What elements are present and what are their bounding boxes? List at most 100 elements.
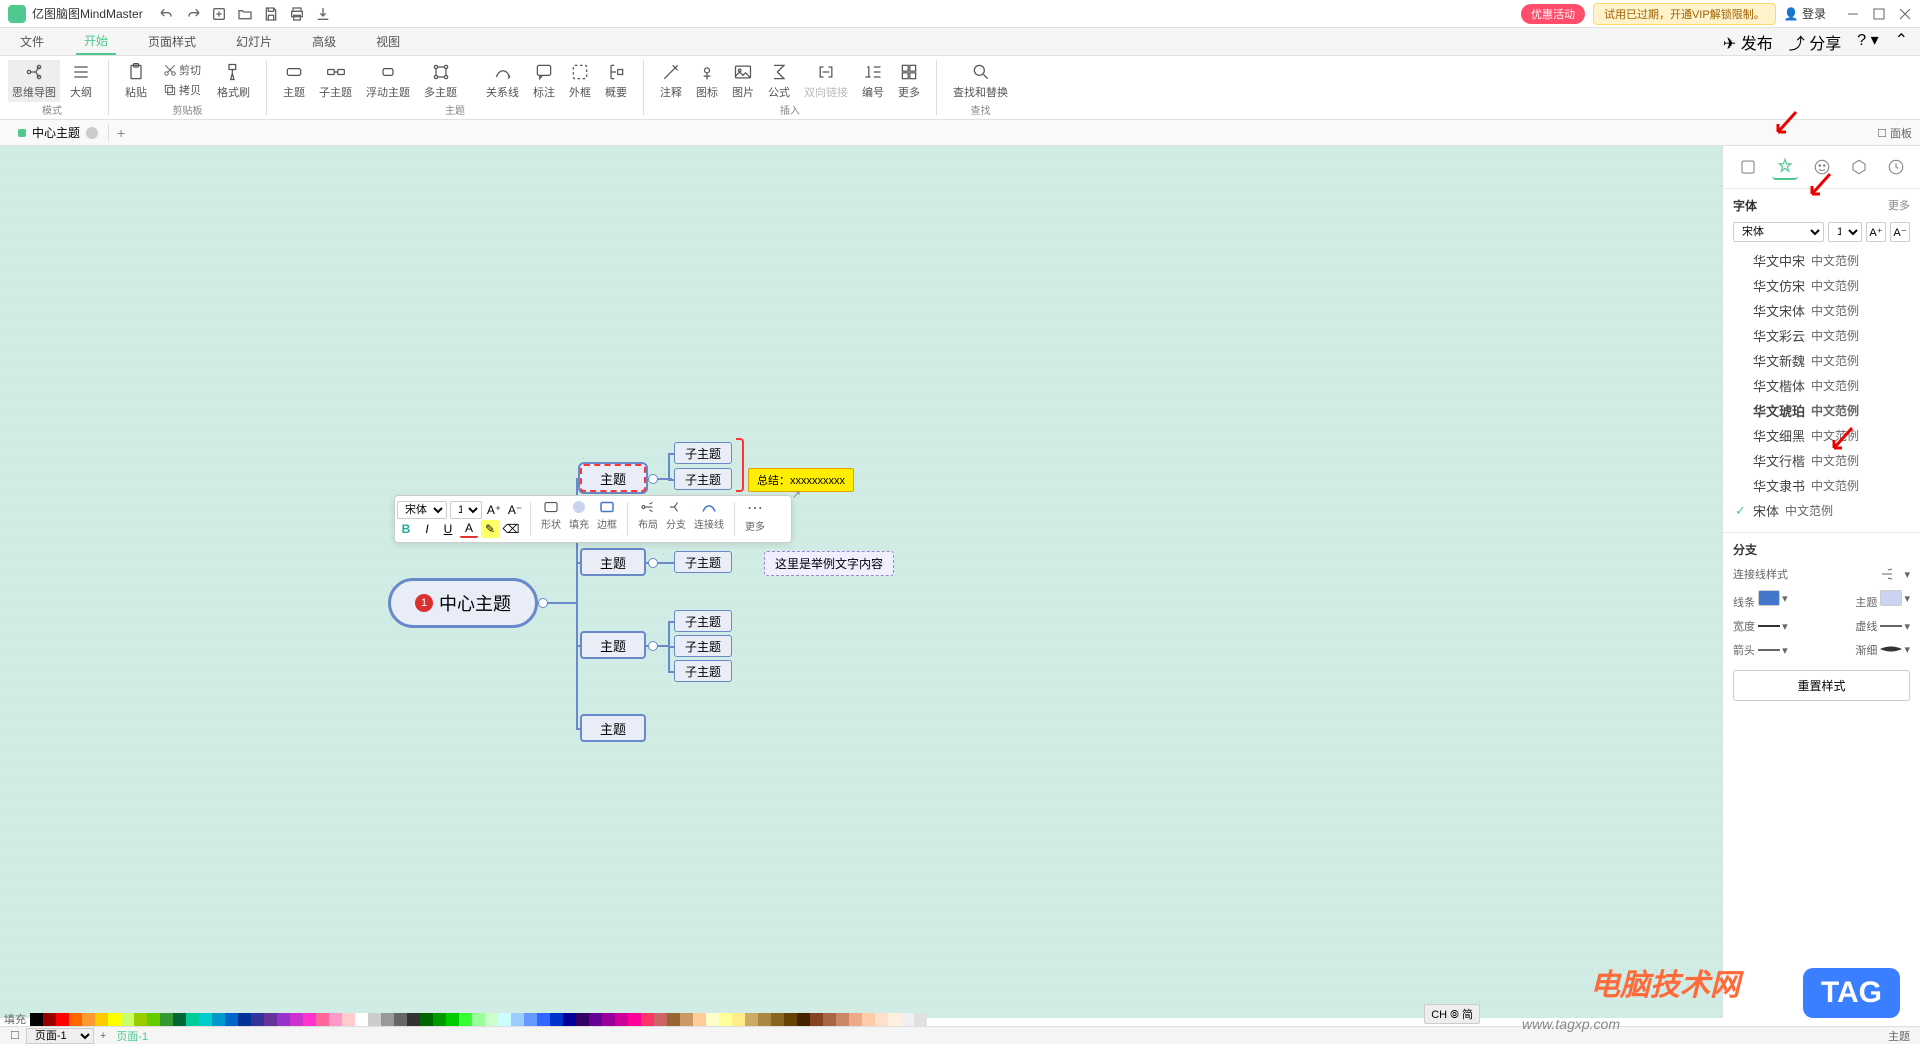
- width-select[interactable]: ▾: [1758, 620, 1788, 633]
- floating-topic-button[interactable]: 浮动主题: [362, 60, 414, 102]
- border-button[interactable]: 边框: [593, 498, 621, 540]
- color-swatch[interactable]: [95, 1013, 108, 1026]
- color-swatch[interactable]: [771, 1013, 784, 1026]
- subtopic-node[interactable]: 子主题: [674, 551, 732, 573]
- color-swatch[interactable]: [654, 1013, 667, 1026]
- page-select[interactable]: 页面-1: [26, 1028, 94, 1044]
- font-size-select[interactable]: 18: [450, 501, 482, 519]
- color-swatch[interactable]: [199, 1013, 212, 1026]
- paste-button[interactable]: 粘贴: [121, 60, 151, 102]
- redo-icon[interactable]: [185, 6, 201, 22]
- fill-button[interactable]: 填充: [565, 498, 593, 540]
- panel-tab-style[interactable]: [1772, 154, 1798, 180]
- open-icon[interactable]: [237, 6, 253, 22]
- subtopic-node[interactable]: 子主题: [674, 442, 732, 464]
- copy-button[interactable]: 拷贝: [157, 80, 207, 100]
- color-swatch[interactable]: [56, 1013, 69, 1026]
- subtopic-button[interactable]: 子主题: [315, 60, 356, 102]
- color-swatch[interactable]: [69, 1013, 82, 1026]
- add-tab-button[interactable]: +: [117, 125, 125, 141]
- color-swatch[interactable]: [849, 1013, 862, 1026]
- color-swatch[interactable]: [329, 1013, 342, 1026]
- italic-button[interactable]: I: [418, 520, 436, 538]
- color-swatch[interactable]: [810, 1013, 823, 1026]
- menu-page-style[interactable]: 页面样式: [140, 29, 204, 54]
- note-button[interactable]: 注释: [656, 60, 686, 102]
- close-icon[interactable]: [1898, 7, 1912, 21]
- color-swatch[interactable]: [238, 1013, 251, 1026]
- font-option[interactable]: 华文楷体中文范例: [1733, 373, 1910, 398]
- color-swatch[interactable]: [550, 1013, 563, 1026]
- close-toolbar-icon[interactable]: ↗: [792, 488, 801, 501]
- number-button[interactable]: 编号: [858, 60, 888, 102]
- topic-node-2[interactable]: 主题: [580, 548, 646, 576]
- color-swatch[interactable]: [420, 1013, 433, 1026]
- font-option[interactable]: 华文仿宋中文范例: [1733, 273, 1910, 298]
- color-swatch[interactable]: [290, 1013, 303, 1026]
- canvas[interactable]: 1 中心主题 主题 子主题 子主题 总结：xxxxxxxxxx 主题 子主题 这…: [0, 146, 1722, 1018]
- font-color-button[interactable]: A: [460, 520, 478, 538]
- underline-button[interactable]: U: [439, 520, 457, 538]
- color-swatch[interactable]: [628, 1013, 641, 1026]
- more-insert-button[interactable]: 更多: [894, 60, 924, 102]
- format-painter-button[interactable]: 格式刷: [213, 60, 254, 102]
- color-swatch[interactable]: [875, 1013, 888, 1026]
- layout-button[interactable]: 布局: [634, 498, 662, 540]
- color-swatch[interactable]: [836, 1013, 849, 1026]
- font-dropdown-list[interactable]: 华文中宋中文范例华文仿宋中文范例华文宋体中文范例华文彩云中文范例华文新魏中文范例…: [1733, 248, 1910, 524]
- color-swatch[interactable]: [472, 1013, 485, 1026]
- color-swatch[interactable]: [914, 1013, 927, 1026]
- relation-button[interactable]: 关系线: [482, 60, 523, 102]
- increase-font-icon[interactable]: A⁺: [485, 501, 503, 519]
- topic-node-1[interactable]: 主题: [580, 464, 646, 492]
- color-swatch[interactable]: [277, 1013, 290, 1026]
- font-more-link[interactable]: 更多: [1888, 197, 1910, 214]
- color-swatch[interactable]: [134, 1013, 147, 1026]
- color-swatch[interactable]: [147, 1013, 160, 1026]
- panel-tab-page[interactable]: [1735, 154, 1761, 180]
- color-swatch[interactable]: [368, 1013, 381, 1026]
- decrease-font-icon[interactable]: A⁻: [506, 501, 524, 519]
- bold-button[interactable]: B: [397, 520, 415, 538]
- color-swatch[interactable]: [797, 1013, 810, 1026]
- color-swatch[interactable]: [316, 1013, 329, 1026]
- bilink-button[interactable]: 双向链接: [800, 60, 852, 102]
- color-swatch[interactable]: [511, 1013, 524, 1026]
- color-swatch[interactable]: [667, 1013, 680, 1026]
- page-tab[interactable]: 页面-1: [106, 1028, 158, 1044]
- minimize-icon[interactable]: [1846, 7, 1860, 21]
- save-icon[interactable]: [263, 6, 279, 22]
- color-swatch[interactable]: [862, 1013, 875, 1026]
- color-swatch[interactable]: [823, 1013, 836, 1026]
- collapse-ribbon-icon[interactable]: ⌃: [1895, 30, 1908, 54]
- color-swatch[interactable]: [108, 1013, 121, 1026]
- subtopic-node[interactable]: 子主题: [674, 635, 732, 657]
- color-swatch[interactable]: [888, 1013, 901, 1026]
- maximize-icon[interactable]: [1872, 7, 1886, 21]
- menu-slideshow[interactable]: 幻灯片: [228, 29, 280, 54]
- menu-file[interactable]: 文件: [12, 29, 52, 54]
- color-swatch[interactable]: [693, 1013, 706, 1026]
- font-option[interactable]: 华文中宋中文范例: [1733, 248, 1910, 273]
- color-swatch[interactable]: [498, 1013, 511, 1026]
- new-icon[interactable]: [211, 6, 227, 22]
- font-option[interactable]: 华文彩云中文范例: [1733, 323, 1910, 348]
- color-swatch[interactable]: [43, 1013, 56, 1026]
- color-swatch[interactable]: [485, 1013, 498, 1026]
- central-topic-node[interactable]: 1 中心主题: [388, 578, 538, 628]
- panel-font-select[interactable]: 宋体: [1733, 222, 1824, 242]
- promo-badge[interactable]: 优惠活动: [1521, 4, 1585, 24]
- panel-tab-icon[interactable]: [1809, 154, 1835, 180]
- panel-tab-clipart[interactable]: [1846, 154, 1872, 180]
- color-swatch[interactable]: [30, 1013, 43, 1026]
- color-swatch[interactable]: [82, 1013, 95, 1026]
- subtopic-node[interactable]: 子主题: [674, 660, 732, 682]
- formula-button[interactable]: 公式: [764, 60, 794, 102]
- color-swatch[interactable]: [446, 1013, 459, 1026]
- color-swatch[interactable]: [407, 1013, 420, 1026]
- color-swatch[interactable]: [758, 1013, 771, 1026]
- color-swatch[interactable]: [680, 1013, 693, 1026]
- share-button[interactable]: ⤴ 分享: [1789, 30, 1841, 54]
- topic-node-3[interactable]: 主题: [580, 631, 646, 659]
- multi-topic-button[interactable]: 多主题: [420, 60, 461, 102]
